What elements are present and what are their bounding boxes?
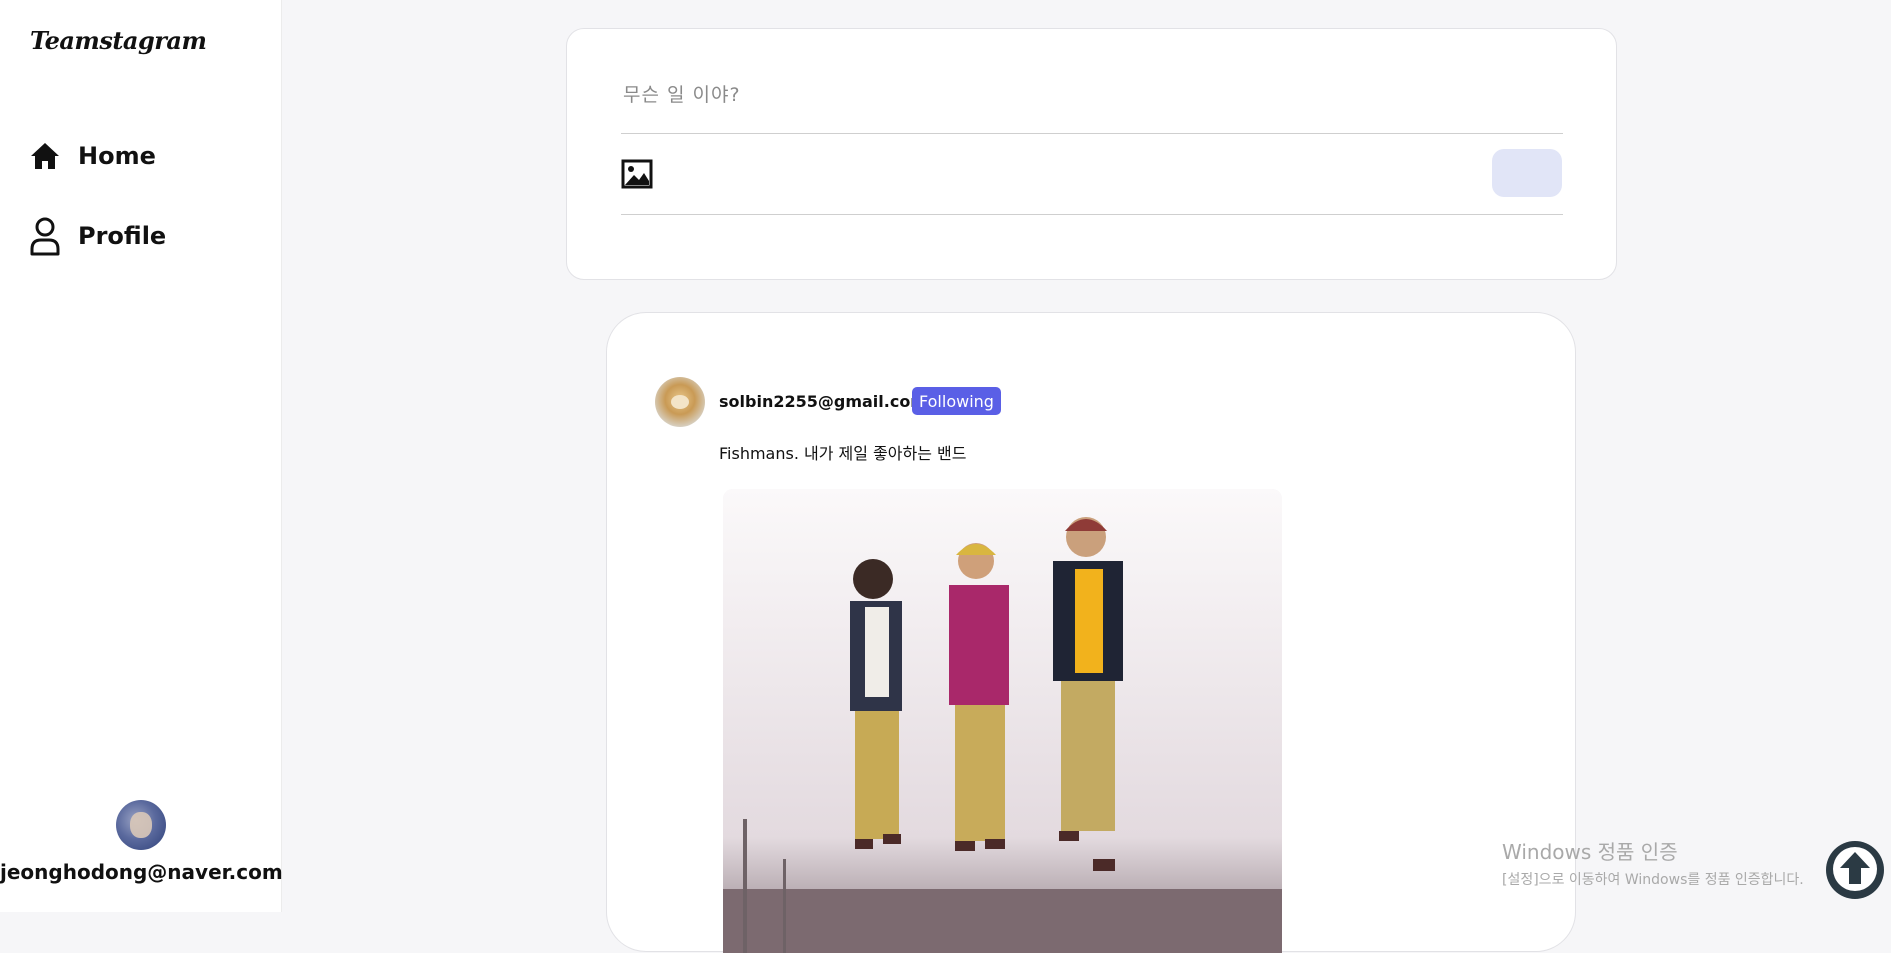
current-user[interactable]: jeonghodong@naver.com (0, 800, 283, 884)
image-icon[interactable] (621, 159, 653, 189)
post-image[interactable] (723, 489, 1282, 953)
compose-input[interactable] (623, 69, 1563, 121)
avatar[interactable] (116, 800, 166, 850)
app-logo[interactable]: Teamstagram (30, 26, 207, 55)
sidebar-item-label: Home (78, 142, 156, 170)
user-icon (28, 216, 62, 256)
compose-card (566, 28, 1617, 280)
sidebar-item-home[interactable]: Home (28, 136, 156, 176)
divider (621, 214, 1563, 215)
arrow-up-icon (1832, 846, 1878, 895)
scroll-to-top-button[interactable] (1826, 841, 1884, 899)
following-button[interactable]: Following (912, 387, 1001, 415)
post-caption: Fishmans. 내가 제일 좋아하는 밴드 (719, 444, 967, 463)
windows-activation-watermark: Windows 정품 인증 [설정]으로 이동하여 Windows를 정품 인증… (1502, 836, 1804, 889)
sidebar-item-profile[interactable]: Profile (28, 216, 166, 256)
current-user-email: jeonghodong@naver.com (0, 860, 283, 884)
post-submit-button[interactable] (1492, 149, 1562, 197)
sidebar: Teamstagram Home Profile jeonghodong@nav… (0, 0, 283, 912)
watermark-subtitle: [설정]으로 이동하여 Windows를 정품 인증합니다. (1502, 872, 1804, 888)
watermark-title: Windows 정품 인증 (1502, 840, 1678, 864)
home-icon (28, 136, 62, 176)
post-author-email[interactable]: solbin2255@gmail.com (719, 392, 927, 411)
divider (621, 133, 1563, 134)
avatar[interactable] (655, 377, 705, 427)
sidebar-item-label: Profile (78, 222, 167, 250)
post-card: solbin2255@gmail.com Following Fishmans.… (606, 312, 1576, 953)
